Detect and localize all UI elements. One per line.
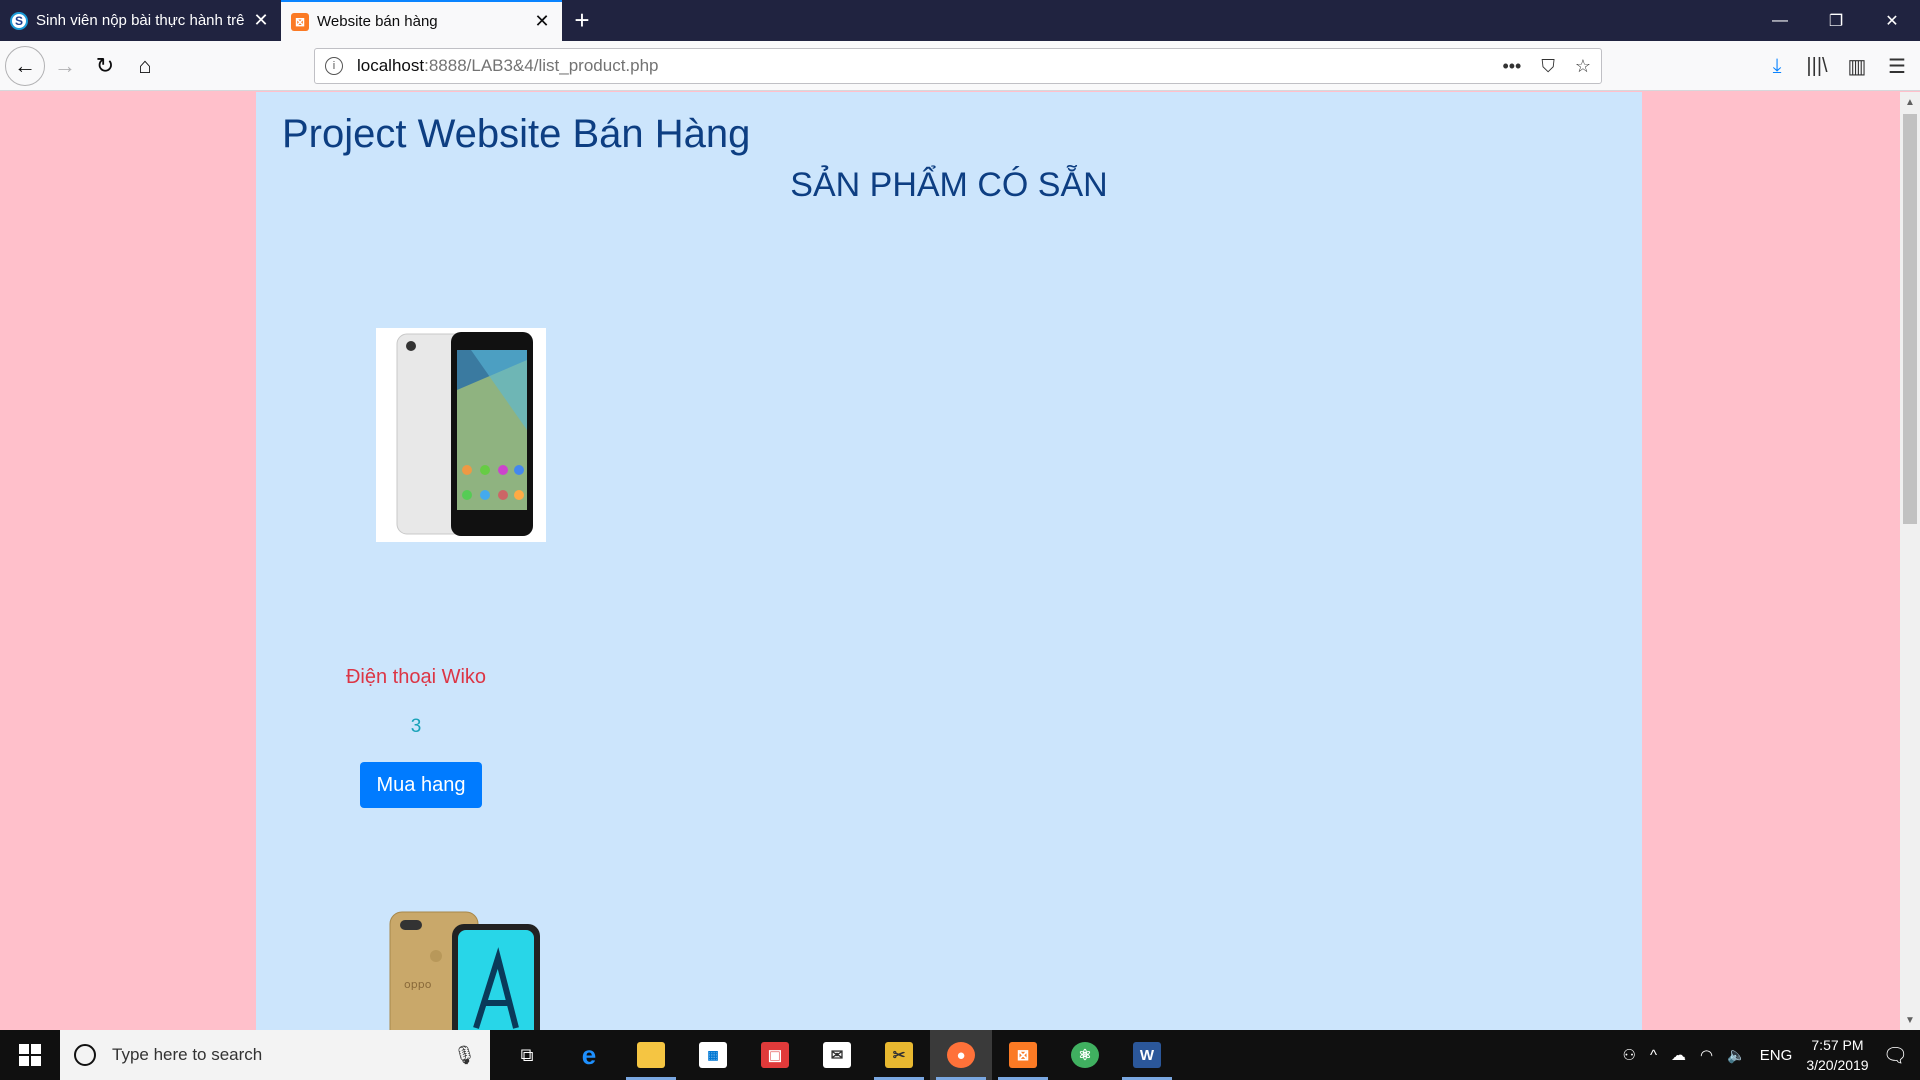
- info-icon[interactable]: i: [325, 57, 343, 75]
- close-window-icon[interactable]: ✕: [1864, 0, 1920, 41]
- scroll-up-icon[interactable]: ▲: [1900, 92, 1920, 112]
- product-image-oppo[interactable]: oppo: [386, 908, 546, 1030]
- sidebar-icon[interactable]: ▥: [1844, 46, 1870, 86]
- window-controls: — ❐ ✕: [1752, 0, 1920, 41]
- edge-icon[interactable]: e: [558, 1030, 620, 1080]
- product-name: Điện thoại Wiko: [345, 666, 487, 688]
- browser-tab-bar: S Sinh viên nộp bài thực hành trê ✕ ⊠ We…: [0, 0, 1920, 41]
- url-path: :8888/LAB3&4/list_product.php: [424, 56, 659, 75]
- close-tab-icon[interactable]: ✕: [251, 10, 271, 31]
- tab-title: Sinh viên nộp bài thực hành trê: [36, 12, 245, 29]
- clock[interactable]: 7:57 PM 3/20/2019: [1806, 1035, 1868, 1075]
- page-viewport: Project Website Bán Hàng SẢN PHẨM CÓ SẴN: [0, 92, 1900, 1030]
- menu-icon[interactable]: ☰: [1884, 46, 1910, 86]
- back-button[interactable]: ←: [5, 45, 45, 86]
- skype-icon: S: [10, 11, 28, 30]
- download-icon[interactable]: ⤓: [1764, 46, 1790, 86]
- tab-sinh-vien[interactable]: S Sinh viên nộp bài thực hành trê ✕: [0, 0, 281, 41]
- task-view-icon[interactable]: ⧉: [496, 1030, 558, 1080]
- onedrive-icon[interactable]: ☁: [1671, 1046, 1686, 1064]
- page-scrollbar[interactable]: ▲ ▼: [1900, 92, 1920, 1030]
- site-title: Project Website Bán Hàng: [282, 112, 751, 156]
- search-placeholder: Type here to search: [112, 1045, 263, 1064]
- minimize-icon[interactable]: —: [1752, 0, 1808, 41]
- microphone-icon[interactable]: 🎙: [453, 1045, 476, 1066]
- page-actions-icon[interactable]: •••: [1502, 56, 1521, 77]
- windows-taskbar: Type here to search 🎙 ⧉ e ▦ ▣ ✉ ✂ ● ⊠ ⚛ …: [0, 1030, 1920, 1080]
- mail-icon[interactable]: ✉: [806, 1030, 868, 1080]
- buy-button[interactable]: Mua hang: [360, 762, 482, 808]
- tab-website-ban-hang[interactable]: ⊠ Website bán hàng ✕: [281, 0, 562, 41]
- cortana-icon: [74, 1044, 96, 1066]
- bookmark-star-icon[interactable]: ☆: [1575, 56, 1591, 77]
- reload-button[interactable]: ↻: [85, 46, 125, 86]
- url-host: localhost: [357, 56, 425, 75]
- file-explorer-icon[interactable]: [620, 1030, 682, 1080]
- forward-button[interactable]: →: [45, 46, 85, 86]
- restore-icon[interactable]: ❐: [1808, 0, 1864, 41]
- xampp-icon: ⊠: [291, 12, 309, 31]
- word-icon[interactable]: W: [1116, 1030, 1178, 1080]
- main-container: Project Website Bán Hàng SẢN PHẨM CÓ SẴN: [256, 92, 1642, 1030]
- library-icon[interactable]: |||\: [1804, 46, 1830, 86]
- pocket-icon[interactable]: ⛉: [1541, 56, 1555, 77]
- product-image-wiko[interactable]: [376, 328, 546, 542]
- tab-title: Website bán hàng: [317, 13, 438, 30]
- navigation-toolbar: ← → ↻ ⌂ i localhost:8888/LAB3&4/list_pro…: [0, 41, 1920, 91]
- section-title: SẢN PHẨM CÓ SẴN: [790, 166, 1108, 204]
- home-button[interactable]: ⌂: [125, 46, 165, 86]
- start-button[interactable]: [0, 1030, 60, 1080]
- show-hidden-icons-icon[interactable]: ^: [1650, 1047, 1657, 1064]
- wifi-icon[interactable]: ◠: [1700, 1046, 1713, 1064]
- tools-icon[interactable]: ✂: [868, 1030, 930, 1080]
- new-tab-button[interactable]: +: [562, 0, 602, 41]
- url-bar[interactable]: i localhost:8888/LAB3&4/list_product.php…: [314, 48, 1602, 84]
- firefox-icon[interactable]: ●: [930, 1030, 992, 1080]
- xampp-taskbar-icon[interactable]: ⊠: [992, 1030, 1054, 1080]
- language-indicator[interactable]: ENG: [1760, 1047, 1793, 1064]
- windows-logo-icon: [19, 1044, 41, 1066]
- scrollbar-thumb[interactable]: [1903, 114, 1917, 524]
- gift-icon[interactable]: ▣: [744, 1030, 806, 1080]
- scroll-down-icon[interactable]: ▼: [1900, 1010, 1920, 1030]
- store-icon[interactable]: ▦: [682, 1030, 744, 1080]
- product-quantity: 3: [410, 716, 422, 737]
- clock-date: 3/20/2019: [1806, 1057, 1869, 1073]
- phone-image-icon: [396, 332, 533, 536]
- svg-text:oppo: oppo: [404, 978, 432, 991]
- atom-icon[interactable]: ⚛: [1054, 1030, 1116, 1080]
- volume-icon[interactable]: 🔈: [1727, 1046, 1746, 1064]
- system-tray: ⚇ ^ ☁ ◠ 🔈 ENG 7:57 PM 3/20/2019 🗨: [1623, 1035, 1920, 1075]
- clock-time: 7:57 PM: [1811, 1037, 1864, 1053]
- phone-image-icon: oppo: [389, 911, 540, 1030]
- close-tab-icon[interactable]: ✕: [532, 11, 552, 32]
- action-center-icon[interactable]: 🗨: [1883, 1043, 1908, 1068]
- people-icon[interactable]: ⚇: [1623, 1046, 1636, 1064]
- taskbar-search-box[interactable]: Type here to search 🎙: [60, 1030, 490, 1080]
